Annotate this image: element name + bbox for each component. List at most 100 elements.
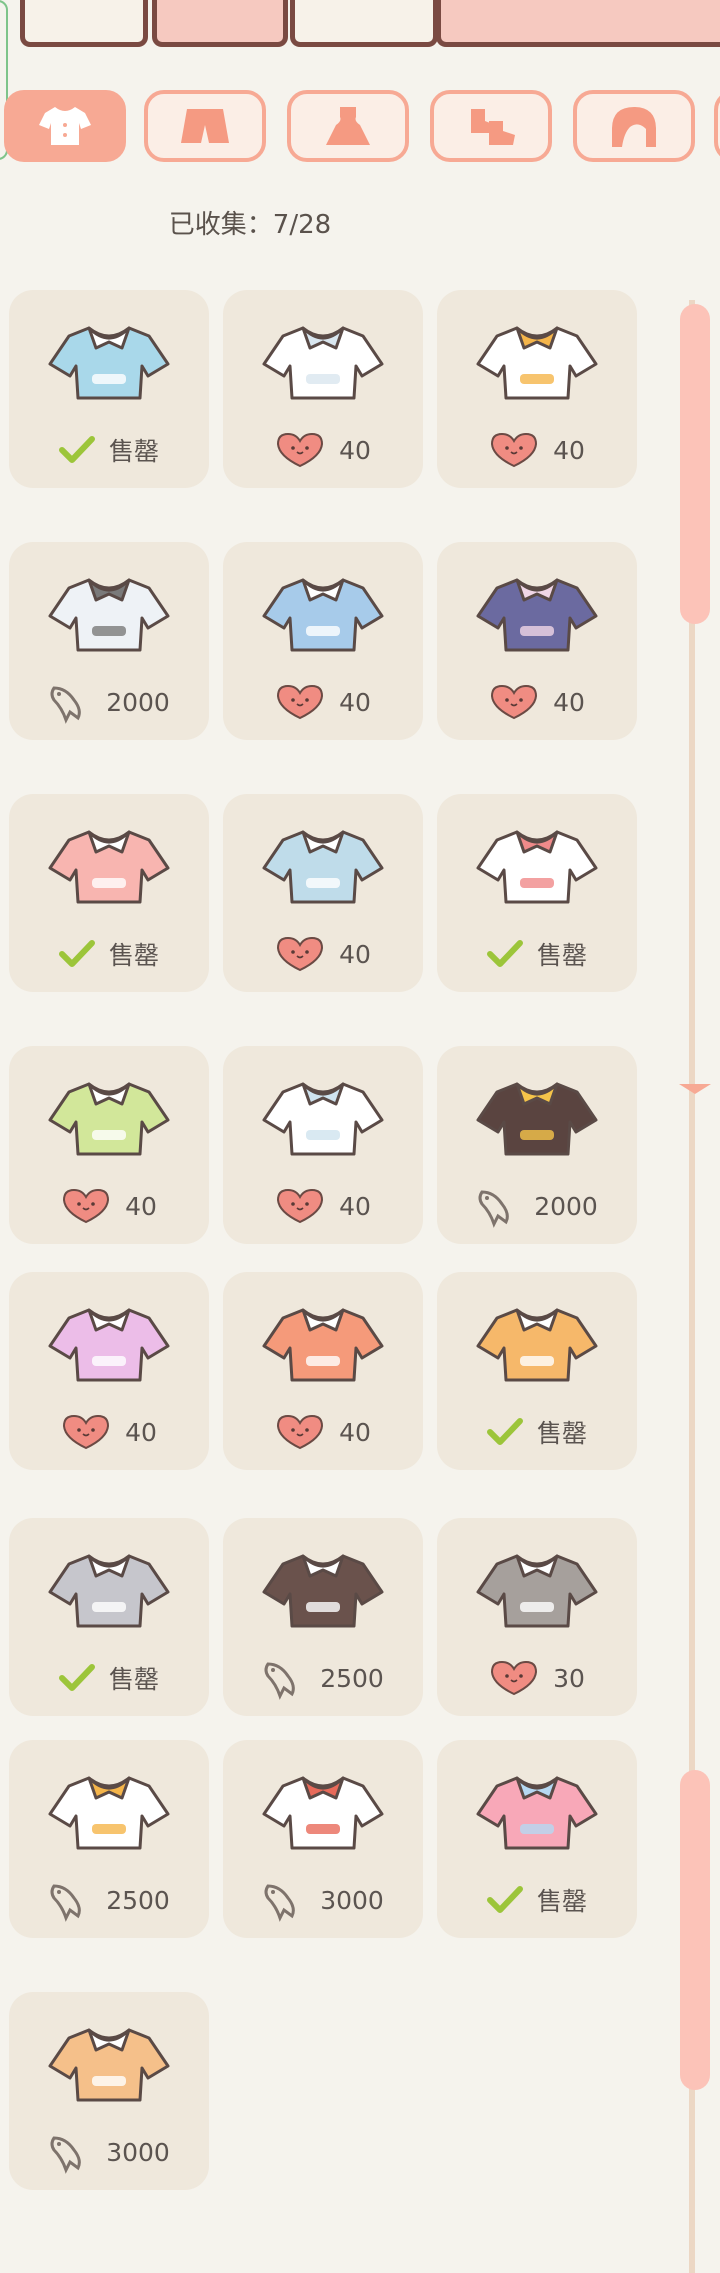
clothing-item-card[interactable]: 40 bbox=[437, 290, 637, 488]
heart-icon bbox=[277, 936, 324, 972]
clothing-item-icon bbox=[476, 1776, 598, 1850]
price-value: 40 bbox=[125, 1417, 157, 1447]
clothing-item-image bbox=[9, 308, 209, 418]
clothing-item-image bbox=[223, 1536, 423, 1646]
dress-icon bbox=[326, 107, 370, 145]
tab-shoes[interactable] bbox=[430, 90, 552, 162]
top-nav-bar bbox=[0, 0, 720, 47]
clothing-item-icon bbox=[48, 578, 170, 652]
clothing-item-icon bbox=[262, 1082, 384, 1156]
tab-bottoms[interactable] bbox=[144, 90, 266, 162]
price-value: 40 bbox=[339, 939, 371, 969]
scroll-position-marker bbox=[679, 1084, 711, 1094]
clothing-item-image bbox=[437, 1290, 637, 1400]
character-nav-button[interactable] bbox=[152, 0, 288, 47]
item-price: 40 bbox=[9, 1412, 209, 1452]
fish-icon bbox=[478, 1190, 509, 1228]
price-value: 40 bbox=[553, 687, 585, 717]
tab-tops[interactable] bbox=[4, 90, 126, 162]
check-icon bbox=[486, 940, 523, 967]
check-icon bbox=[486, 1418, 523, 1445]
price-value: 2500 bbox=[320, 1663, 384, 1693]
clothing-item-card[interactable]: 2500 bbox=[9, 1740, 209, 1938]
clothing-item-image bbox=[9, 1536, 209, 1646]
shorts-icon bbox=[181, 109, 229, 143]
sold-out-status: 售罄 bbox=[437, 1412, 637, 1452]
clothing-item-card[interactable]: 3000 bbox=[9, 1992, 209, 2190]
sold-out-label: 售罄 bbox=[536, 1887, 587, 1916]
heart-icon bbox=[491, 684, 538, 720]
sold-out-label: 售罄 bbox=[108, 1665, 159, 1694]
heart-icon bbox=[277, 432, 324, 468]
clothing-item-icon bbox=[48, 326, 170, 400]
clothing-item-card[interactable]: 售罄 bbox=[437, 1740, 637, 1938]
clothing-item-image bbox=[437, 812, 637, 922]
clothing-item-image bbox=[437, 1536, 637, 1646]
clothing-item-image bbox=[9, 1064, 209, 1174]
pet-nav-button[interactable] bbox=[290, 0, 438, 47]
clothing-item-icon bbox=[476, 830, 598, 904]
price-value: 40 bbox=[553, 435, 585, 465]
item-price: 40 bbox=[223, 934, 423, 974]
clothing-item-card[interactable]: 售罄 bbox=[437, 794, 637, 992]
check-icon bbox=[58, 940, 95, 967]
extra-nav-button[interactable] bbox=[436, 0, 720, 47]
clothing-item-card[interactable]: 40 bbox=[223, 1272, 423, 1470]
clothing-item-card[interactable]: 2500 bbox=[223, 1518, 423, 1716]
fish-icon bbox=[264, 1884, 295, 1922]
clothing-item-card[interactable]: 40 bbox=[9, 1272, 209, 1470]
clothing-item-card[interactable]: 30 bbox=[437, 1518, 637, 1716]
item-price: 2000 bbox=[9, 682, 209, 724]
clothing-item-card[interactable]: 售罄 bbox=[437, 1272, 637, 1470]
clothing-item-image bbox=[437, 560, 637, 670]
price-value: 40 bbox=[339, 1191, 371, 1221]
clothing-item-image bbox=[223, 560, 423, 670]
item-price: 40 bbox=[223, 1186, 423, 1226]
clothing-item-image bbox=[9, 1290, 209, 1400]
heart-icon bbox=[491, 1660, 538, 1696]
price-value: 40 bbox=[125, 1191, 157, 1221]
clothing-item-card[interactable]: 2000 bbox=[9, 542, 209, 740]
clothing-item-card[interactable]: 40 bbox=[223, 794, 423, 992]
sold-out-status: 售罄 bbox=[437, 1880, 637, 1920]
fish-icon bbox=[264, 1662, 295, 1700]
scrollbar-thumb[interactable] bbox=[680, 304, 710, 624]
price-value: 2000 bbox=[106, 687, 170, 717]
price-value: 40 bbox=[339, 1417, 371, 1447]
clothing-item-image bbox=[223, 1290, 423, 1400]
clothing-item-card[interactable]: 40 bbox=[223, 542, 423, 740]
clothing-item-image bbox=[223, 812, 423, 922]
clothing-item-card[interactable]: 售罄 bbox=[9, 1518, 209, 1716]
clothing-item-card[interactable]: 售罄 bbox=[9, 794, 209, 992]
clothing-item-card[interactable]: 售罄 bbox=[9, 290, 209, 488]
tab-more[interactable] bbox=[714, 90, 720, 162]
clothing-item-card[interactable]: 40 bbox=[437, 542, 637, 740]
clothing-item-image bbox=[9, 2010, 209, 2120]
clothing-item-card[interactable]: 40 bbox=[223, 290, 423, 488]
check-icon bbox=[58, 436, 95, 463]
item-price: 30 bbox=[437, 1658, 637, 1698]
clothing-item-icon bbox=[262, 1308, 384, 1382]
tab-dresses[interactable] bbox=[287, 90, 409, 162]
tab-hair[interactable] bbox=[573, 90, 695, 162]
item-price: 40 bbox=[9, 1186, 209, 1226]
clothing-item-card[interactable]: 40 bbox=[9, 1046, 209, 1244]
item-price: 3000 bbox=[223, 1880, 423, 1922]
clothing-item-card[interactable]: 40 bbox=[223, 1046, 423, 1244]
item-price: 40 bbox=[223, 682, 423, 722]
clothing-item-icon bbox=[262, 326, 384, 400]
clothing-item-image bbox=[437, 1064, 637, 1174]
clothing-item-icon bbox=[262, 1776, 384, 1850]
clothing-item-icon bbox=[262, 578, 384, 652]
sold-out-status: 售罄 bbox=[9, 934, 209, 974]
clothing-item-card[interactable]: 3000 bbox=[223, 1740, 423, 1938]
clothing-item-card[interactable]: 2000 bbox=[437, 1046, 637, 1244]
clothing-item-icon bbox=[48, 1082, 170, 1156]
wardrobe-nav-button[interactable] bbox=[20, 0, 148, 47]
scrollbar-thumb-lower[interactable] bbox=[680, 1770, 710, 2090]
clothing-item-icon bbox=[476, 326, 598, 400]
collected-count: 已收集：7/28 bbox=[168, 210, 332, 240]
category-tabs bbox=[0, 88, 720, 168]
check-icon bbox=[486, 1886, 523, 1913]
clothing-item-image bbox=[9, 812, 209, 922]
